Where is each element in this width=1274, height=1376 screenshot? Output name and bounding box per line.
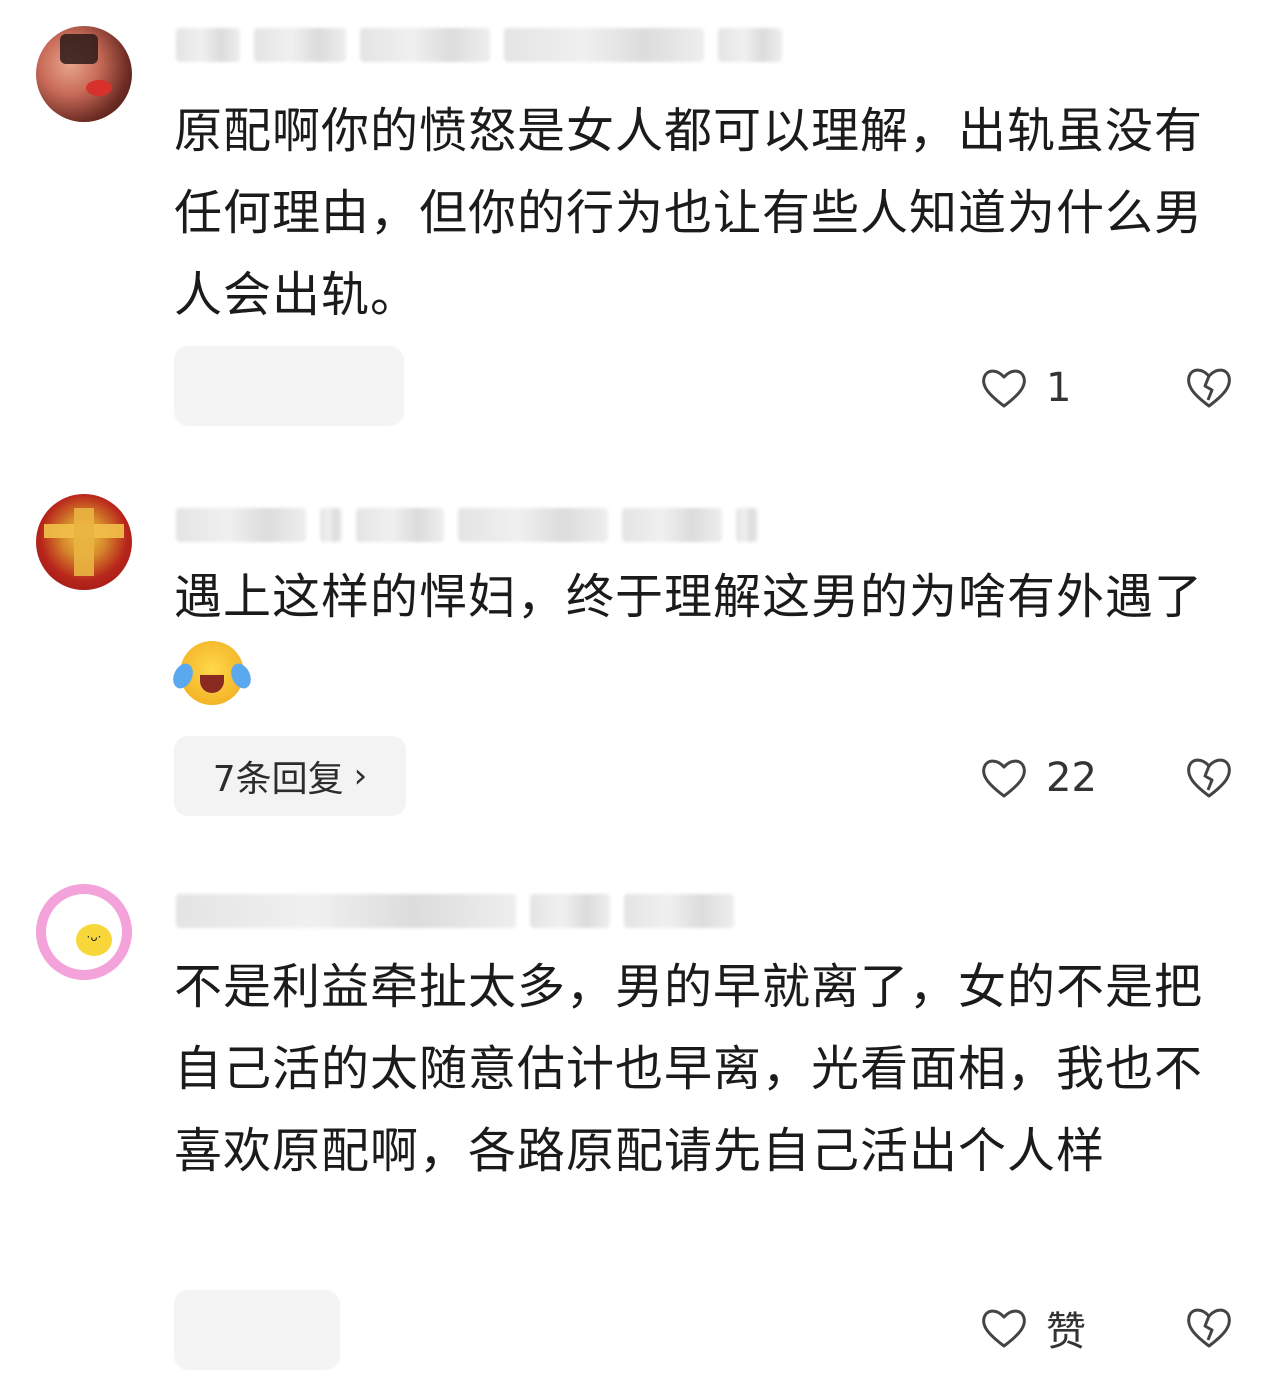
dislike-button[interactable] <box>1184 754 1234 802</box>
laughing-crying-emoji-icon <box>169 641 255 705</box>
like-count: 1 <box>1046 365 1072 411</box>
username-blurred[interactable] <box>176 506 758 544</box>
avatar-egg: ·ᴗ· <box>46 894 122 970</box>
replies-label: 7条回复 <box>212 759 344 800</box>
broken-heart-icon <box>1187 368 1231 408</box>
avatar-face: ·ᴗ· <box>86 930 102 944</box>
like-count: 赞 <box>1046 1309 1086 1355</box>
heart-outline-icon <box>982 1309 1026 1348</box>
heart-outline-icon <box>982 759 1026 798</box>
avatar[interactable] <box>36 26 132 122</box>
comment-meta-blurred <box>174 1290 340 1370</box>
avatar[interactable]: ·ᴗ· <box>36 884 132 980</box>
heart-outline-icon <box>982 369 1026 408</box>
dislike-button[interactable] <box>1184 1304 1234 1352</box>
avatar-yolk: ·ᴗ· <box>76 924 112 956</box>
comment-text: 不是利益牵扯太多，男的早就离了，女的不是把自己活的太随意估计也早离，光看面相，我… <box>174 959 1204 1179</box>
broken-heart-icon <box>1187 758 1231 798</box>
like-button[interactable]: 22 <box>980 750 1097 806</box>
username-blurred[interactable] <box>176 26 782 64</box>
comment-text-content: 遇上这样的悍妇，终于理解这男的为啥有外遇了 <box>174 569 1204 625</box>
dislike-button[interactable] <box>1184 364 1234 412</box>
comment-text: 遇上这样的悍妇，终于理解这男的为啥有外遇了 <box>169 556 1244 720</box>
username-blurred[interactable] <box>176 892 734 930</box>
avatar-photo-detail <box>60 34 98 64</box>
avatar[interactable] <box>36 494 132 590</box>
like-button[interactable]: 赞 <box>980 1300 1086 1356</box>
view-replies-button[interactable]: 7条回复 › <box>174 736 406 816</box>
avatar-photo-detail <box>74 508 94 576</box>
broken-heart-icon <box>1187 1308 1231 1348</box>
chevron-right-icon: › <box>353 756 368 796</box>
avatar-photo-detail <box>86 80 112 96</box>
comment-text: 原配啊你的愤怒是女人都可以理解，出轨虽没有任何理由，但你的行为也让有些人知道为什… <box>174 103 1204 323</box>
like-count: 22 <box>1046 755 1097 801</box>
comment-meta-blurred <box>174 346 404 426</box>
like-button[interactable]: 1 <box>980 360 1071 416</box>
